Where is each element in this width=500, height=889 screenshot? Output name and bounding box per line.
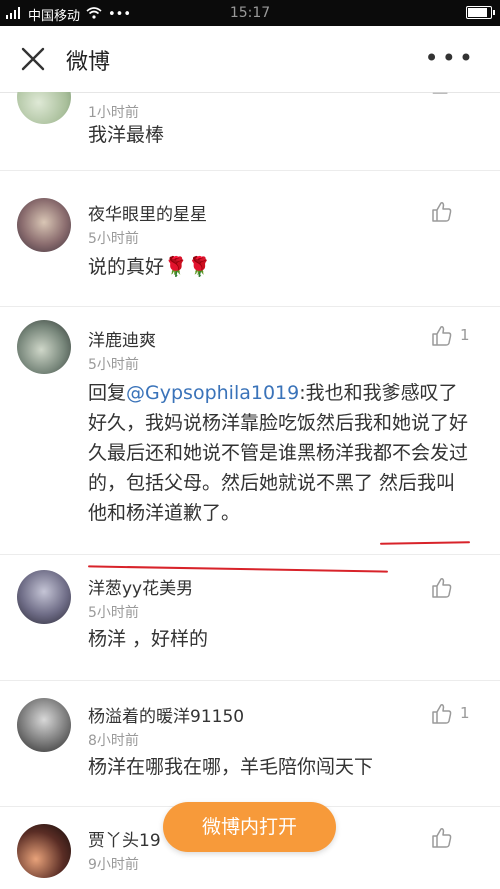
page-title: 微博 [66, 50, 111, 75]
avatar[interactable] [17, 824, 71, 878]
comment-author[interactable]: 夜华眼里的星星 [88, 200, 207, 225]
like-button[interactable]: 1 [430, 324, 478, 350]
like-button[interactable] [430, 200, 478, 226]
comment-time: 5小时前 [88, 357, 139, 373]
like-button[interactable]: 1 [430, 702, 478, 728]
comment-time: 1小时前 [88, 105, 139, 121]
comment-text: 我洋最棒 [88, 124, 165, 146]
top-bar: 微博 ••• [0, 26, 500, 93]
comment-author[interactable]: 贾丫头19 [88, 826, 161, 851]
comment-text: 杨洋 ，好样的 [88, 628, 209, 650]
like-button[interactable] [430, 826, 478, 852]
like-button[interactable] [430, 576, 478, 602]
highlight-underline [379, 541, 471, 545]
avatar[interactable] [17, 198, 71, 252]
close-icon[interactable] [18, 44, 48, 74]
comment-time: 5小时前 [88, 231, 139, 247]
comment-list: 1小时前 我洋最棒 夜华眼里的星星 5小时前 说的真好🌹🌹 洋鹿迪爽 5小时前 … [0, 92, 500, 889]
reply-prefix: 回复 [88, 382, 127, 404]
avatar[interactable] [17, 698, 71, 752]
mention-link[interactable]: @Gypsophila1019 [126, 382, 299, 404]
comment-text: 杨洋在哪我在哪，羊毛陪你闯天下 [88, 756, 374, 778]
like-button[interactable] [430, 92, 478, 100]
avatar[interactable] [17, 570, 71, 624]
battery-fill [468, 8, 487, 17]
status-bar: 中国移动 ••• 15:17 [0, 0, 500, 26]
comment-author[interactable]: 洋葱yy花美男 [88, 574, 193, 599]
comment-item[interactable]: 夜华眼里的星星 5小时前 说的真好🌹🌹 [0, 176, 500, 307]
comment-time: 8小时前 [88, 733, 139, 749]
battery-icon [466, 6, 495, 19]
like-count: 1 [460, 326, 470, 344]
more-icon[interactable]: ••• [425, 44, 476, 72]
avatar[interactable] [17, 320, 71, 374]
comment-text: 说的真好🌹🌹 [88, 256, 212, 278]
comment-time: 9小时前 [88, 857, 139, 873]
open-in-weibo-button[interactable]: 微博内打开 [163, 802, 336, 852]
comment-time: 5小时前 [88, 605, 139, 621]
comment-text: 回复@Gypsophila1019:我也和我爹感叹了好久，我妈说杨洋靠脸吃饭然后… [88, 378, 474, 528]
comment-author[interactable]: 杨溢着的暖洋91150 [88, 702, 244, 727]
avatar[interactable] [17, 92, 71, 124]
comment-item[interactable]: 洋葱yy花美男 5小时前 杨洋 ，好样的 [0, 554, 500, 681]
comment-item[interactable]: 1小时前 我洋最棒 [0, 92, 500, 171]
like-count: 1 [460, 704, 470, 722]
status-time: 15:17 [229, 5, 271, 21]
comment-author[interactable]: 洋鹿迪爽 [88, 326, 156, 351]
comment-item[interactable]: 杨溢着的暖洋91150 8小时前 杨洋在哪我在哪，羊毛陪你闯天下 1 [0, 680, 500, 807]
comment-item[interactable]: 洋鹿迪爽 5小时前 回复@Gypsophila1019:我也和我爹感叹了好久，我… [0, 306, 500, 573]
